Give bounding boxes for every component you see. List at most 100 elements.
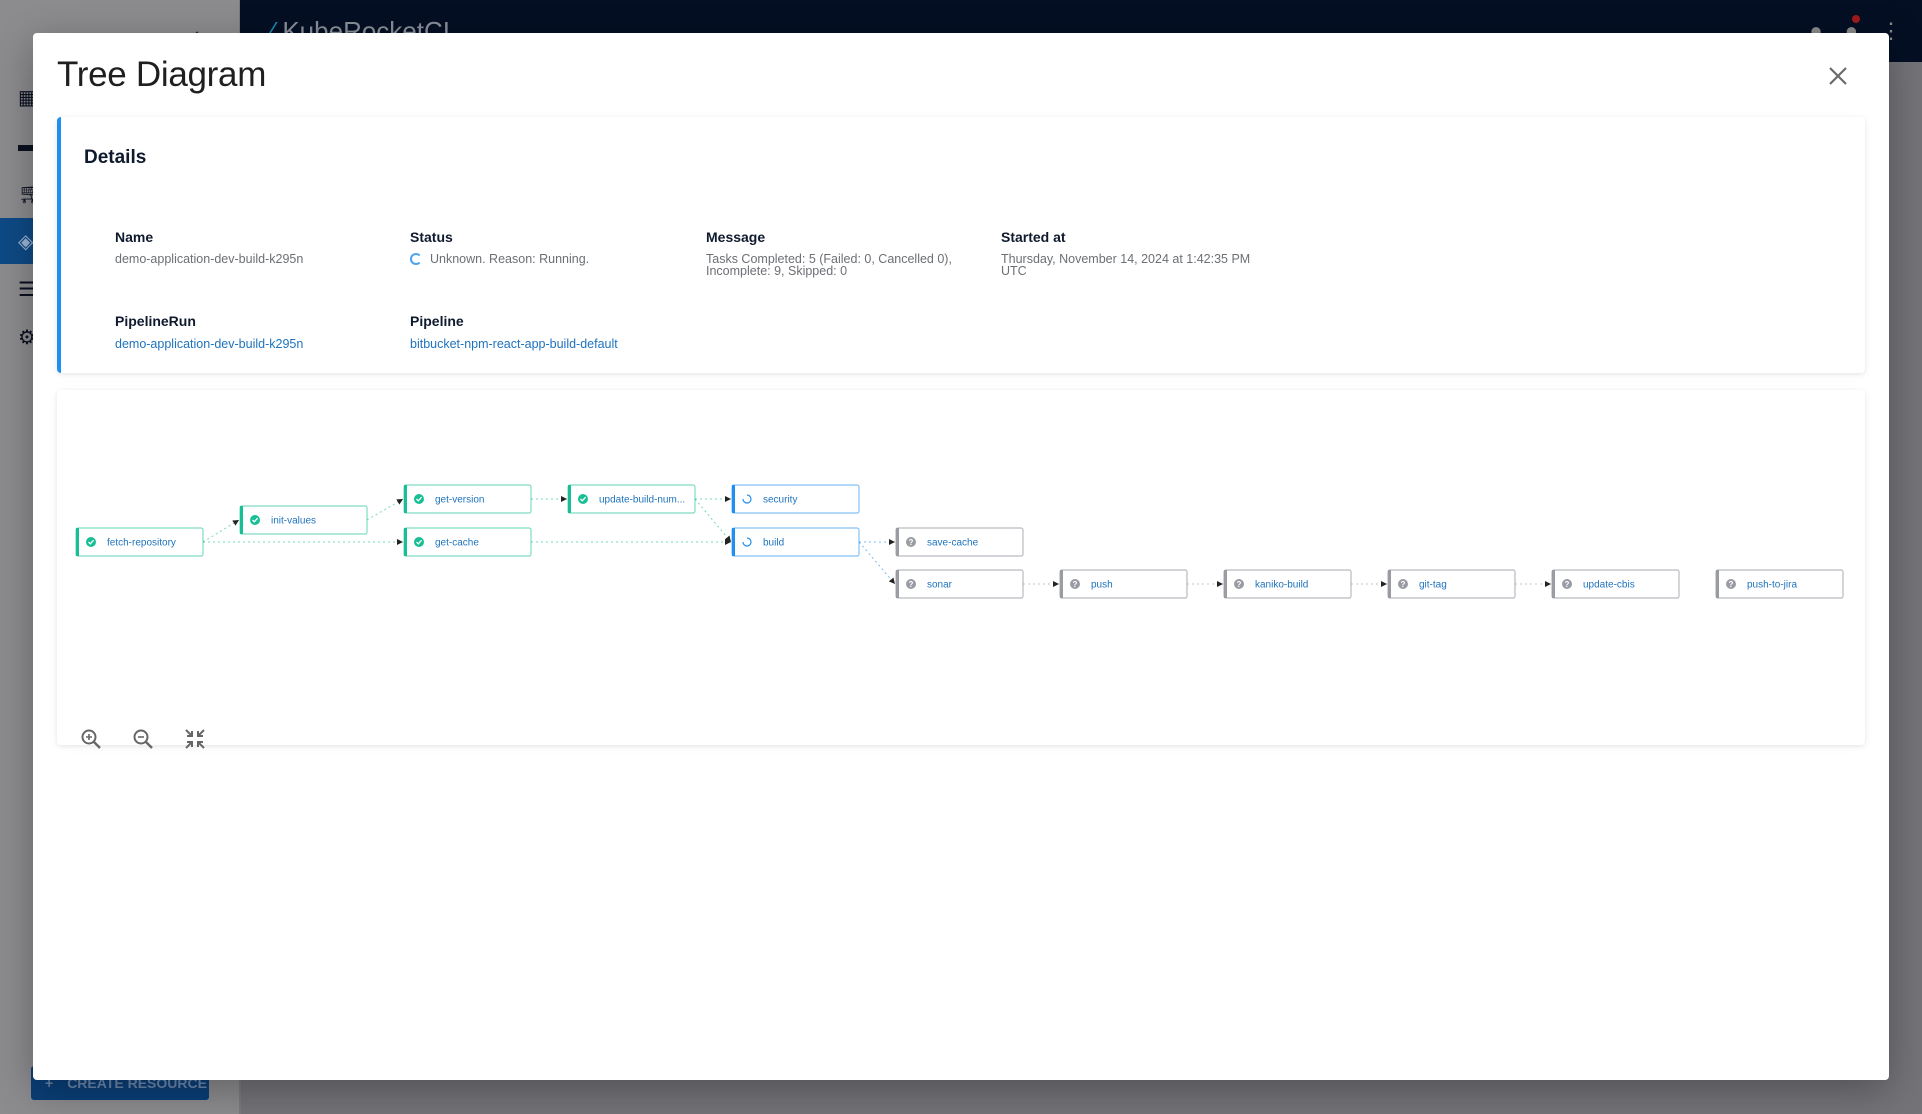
zoom-out-button[interactable] xyxy=(129,725,157,753)
svg-text:?: ? xyxy=(1729,580,1734,589)
node-label: security xyxy=(763,495,797,506)
dialog-title: Tree Diagram xyxy=(57,55,267,94)
node-status-bar xyxy=(1060,570,1063,598)
node-label: push-to-jira xyxy=(1747,580,1797,591)
message-label: Message xyxy=(706,229,766,245)
started-at-field: Started at Thursday, November 14, 2024 a… xyxy=(1001,229,1301,277)
pipeline-label: Pipeline xyxy=(410,313,464,329)
zoom-out-icon xyxy=(133,729,153,749)
node-init-values[interactable]: init-values xyxy=(239,505,368,535)
node-status-bar xyxy=(732,485,735,513)
node-label: update-build-num... xyxy=(599,495,685,506)
node-status-bar xyxy=(1388,570,1391,598)
close-button[interactable] xyxy=(1823,61,1853,91)
node-update-build-number[interactable]: update-build-num... xyxy=(567,484,696,514)
node-status-bar xyxy=(404,485,407,513)
name-value: demo-application-dev-build-k295n xyxy=(115,252,304,266)
check-circle-icon xyxy=(86,537,96,547)
name-label: Name xyxy=(115,229,154,245)
node-label: kaniko-build xyxy=(1255,580,1308,591)
status-label: Status xyxy=(410,229,453,245)
svg-text:?: ? xyxy=(1401,580,1406,589)
node-label: init-values xyxy=(271,516,316,527)
details-title: Details xyxy=(84,147,147,168)
node-status-bar xyxy=(1224,570,1227,598)
zoom-in-icon xyxy=(81,729,101,749)
node-status-bar xyxy=(896,528,899,556)
node-label: git-tag xyxy=(1419,580,1447,591)
pipelinerun-label: PipelineRun xyxy=(115,313,196,329)
node-push[interactable]: ? push xyxy=(1059,569,1188,599)
details-card: Details Name demo-application-dev-build-… xyxy=(57,117,1865,373)
node-build[interactable]: build xyxy=(731,527,860,557)
node-kaniko-build[interactable]: ? kaniko-build xyxy=(1223,569,1352,599)
edge-build-to-sonar xyxy=(858,541,896,585)
pipelinerun-link[interactable]: demo-application-dev-build-k295n xyxy=(115,337,415,351)
edge-fetch-repository-to-init-values xyxy=(202,519,240,543)
svg-text:?: ? xyxy=(909,580,914,589)
pipeline-link[interactable]: bitbucket-npm-react-app-build-default xyxy=(410,337,710,351)
diagram-card: fetch-repository init-values get-version ge… xyxy=(57,390,1865,749)
running-spinner-icon xyxy=(410,253,422,265)
pipelinerun-field: PipelineRun demo-application-dev-build-k… xyxy=(115,313,415,351)
node-label: get-version xyxy=(435,495,484,506)
tree-diagram-dialog: Tree Diagram Details Name demo-applicati… xyxy=(33,33,1889,1080)
edge-update-build-number-to-build xyxy=(694,498,732,543)
pipeline-tree-diagram[interactable]: fetch-repository init-values get-version ge… xyxy=(57,390,1865,745)
node-status-bar xyxy=(732,528,735,556)
node-fetch-repository[interactable]: fetch-repository xyxy=(75,527,204,557)
node-update-cbis[interactable]: ? update-cbis xyxy=(1551,569,1680,599)
fit-screen-button[interactable] xyxy=(181,725,209,753)
pipeline-field: Pipeline bitbucket-npm-react-app-build-d… xyxy=(410,313,710,351)
svg-text:?: ? xyxy=(1237,580,1242,589)
node-git-tag[interactable]: ? git-tag xyxy=(1387,569,1516,599)
notification-badge xyxy=(1852,15,1860,23)
node-security[interactable]: security xyxy=(731,484,860,514)
started-at-label: Started at xyxy=(1001,229,1066,245)
zoom-in-button[interactable] xyxy=(77,725,105,753)
status-field: Status Unknown. Reason: Running. xyxy=(410,229,710,265)
edge-init-values-to-get-version xyxy=(366,498,404,521)
help-circle-icon: ? xyxy=(1562,579,1572,589)
node-status-bar xyxy=(404,528,407,556)
node-get-version[interactable]: get-version xyxy=(403,484,532,514)
node-label: fetch-repository xyxy=(107,538,176,549)
close-icon xyxy=(1829,67,1847,85)
help-circle-icon: ? xyxy=(1234,579,1244,589)
node-label: save-cache xyxy=(927,538,979,549)
node-label: sonar xyxy=(927,580,953,591)
check-circle-icon xyxy=(414,494,424,504)
node-sonar[interactable]: ? sonar xyxy=(895,569,1024,599)
help-circle-icon: ? xyxy=(1070,579,1080,589)
node-label: build xyxy=(763,538,784,549)
help-circle-icon: ? xyxy=(1726,579,1736,589)
svg-text:?: ? xyxy=(909,538,914,547)
node-status-bar xyxy=(896,570,899,598)
node-status-bar xyxy=(240,506,243,534)
check-circle-icon xyxy=(250,515,260,525)
check-circle-icon xyxy=(414,537,424,547)
node-status-bar xyxy=(76,528,79,556)
node-label: update-cbis xyxy=(1583,580,1635,591)
message-line-2: Incomplete: 9, Skipped: 0 xyxy=(706,264,848,278)
node-status-bar xyxy=(1716,570,1719,598)
node-push-to-jira[interactable]: ? push-to-jira xyxy=(1715,569,1844,599)
check-circle-icon xyxy=(578,494,588,504)
svg-text:?: ? xyxy=(1073,580,1078,589)
name-field: Name demo-application-dev-build-k295n xyxy=(115,229,415,265)
svg-text:?: ? xyxy=(1565,580,1570,589)
node-label: get-cache xyxy=(435,538,479,549)
message-field: Message Tasks Completed: 5 (Failed: 0, C… xyxy=(706,229,1006,277)
node-label: push xyxy=(1091,580,1113,591)
node-get-cache[interactable]: get-cache xyxy=(403,527,532,557)
node-status-bar xyxy=(568,485,571,513)
help-circle-icon: ? xyxy=(906,579,916,589)
node-status-bar xyxy=(1552,570,1555,598)
help-circle-icon: ? xyxy=(906,537,916,547)
help-circle-icon: ? xyxy=(1398,579,1408,589)
node-save-cache[interactable]: ? save-cache xyxy=(895,527,1024,557)
started-at-line-2: UTC xyxy=(1001,264,1027,278)
started-at-line-1: Thursday, November 14, 2024 at 1:42:35 P… xyxy=(1001,252,1251,266)
fit-screen-icon xyxy=(185,729,205,749)
status-value: Unknown. Reason: Running. xyxy=(430,252,590,266)
